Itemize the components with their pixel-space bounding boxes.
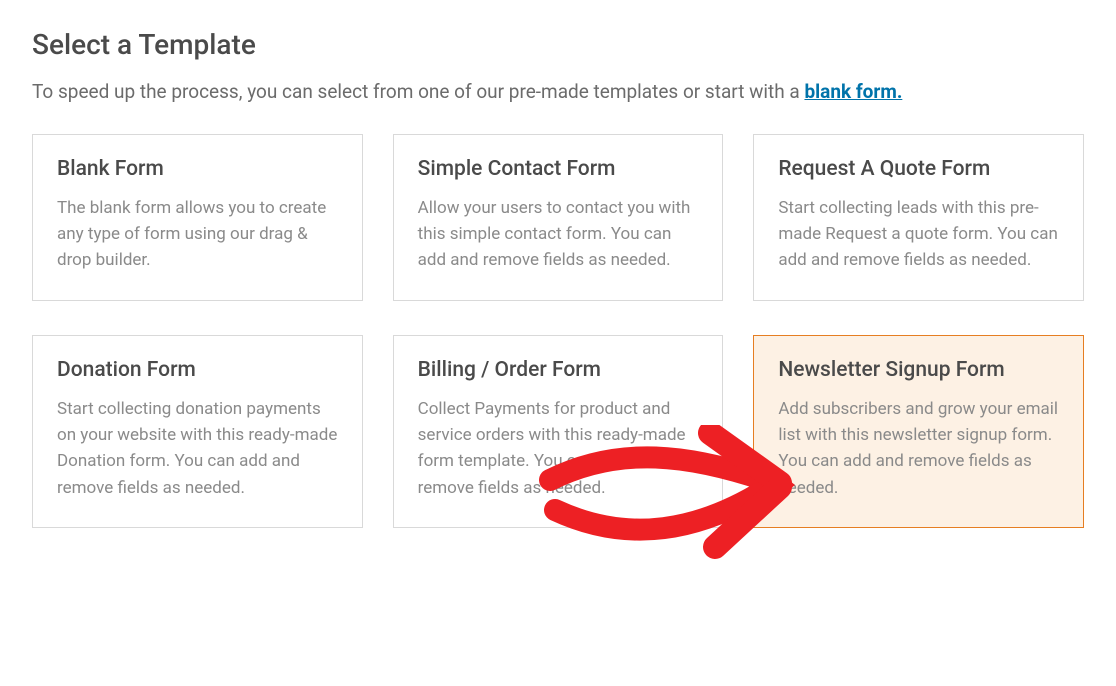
template-title: Request A Quote Form [778, 157, 1059, 181]
templates-grid: Blank Form The blank form allows you to … [32, 134, 1084, 528]
blank-form-link[interactable]: blank form. [804, 80, 902, 103]
template-title: Billing / Order Form [418, 358, 699, 382]
template-title: Blank Form [57, 157, 338, 181]
template-desc: Add subscribers and grow your email list… [778, 396, 1059, 501]
template-title: Donation Form [57, 358, 338, 382]
template-desc: The blank form allows you to create any … [57, 195, 338, 274]
template-card-request-a-quote-form[interactable]: Request A Quote Form Start collecting le… [753, 134, 1084, 301]
template-card-simple-contact-form[interactable]: Simple Contact Form Allow your users to … [393, 134, 724, 301]
template-card-donation-form[interactable]: Donation Form Start collecting donation … [32, 335, 363, 528]
template-desc: Start collecting donation payments on yo… [57, 396, 338, 501]
template-desc: Collect Payments for product and service… [418, 396, 699, 501]
template-desc: Start collecting leads with this pre-mad… [778, 195, 1059, 274]
template-card-billing-order-form[interactable]: Billing / Order Form Collect Payments fo… [393, 335, 724, 528]
template-desc: Allow your users to contact you with thi… [418, 195, 699, 274]
page-title: Select a Template [32, 28, 1084, 61]
subtitle-text: To speed up the process, you can select … [32, 80, 804, 103]
template-card-blank-form[interactable]: Blank Form The blank form allows you to … [32, 134, 363, 301]
template-title: Newsletter Signup Form [778, 358, 1059, 382]
page-subtitle: To speed up the process, you can select … [32, 79, 1084, 106]
template-title: Simple Contact Form [418, 157, 699, 181]
template-card-newsletter-signup-form[interactable]: Newsletter Signup Form Add subscribers a… [753, 335, 1084, 528]
